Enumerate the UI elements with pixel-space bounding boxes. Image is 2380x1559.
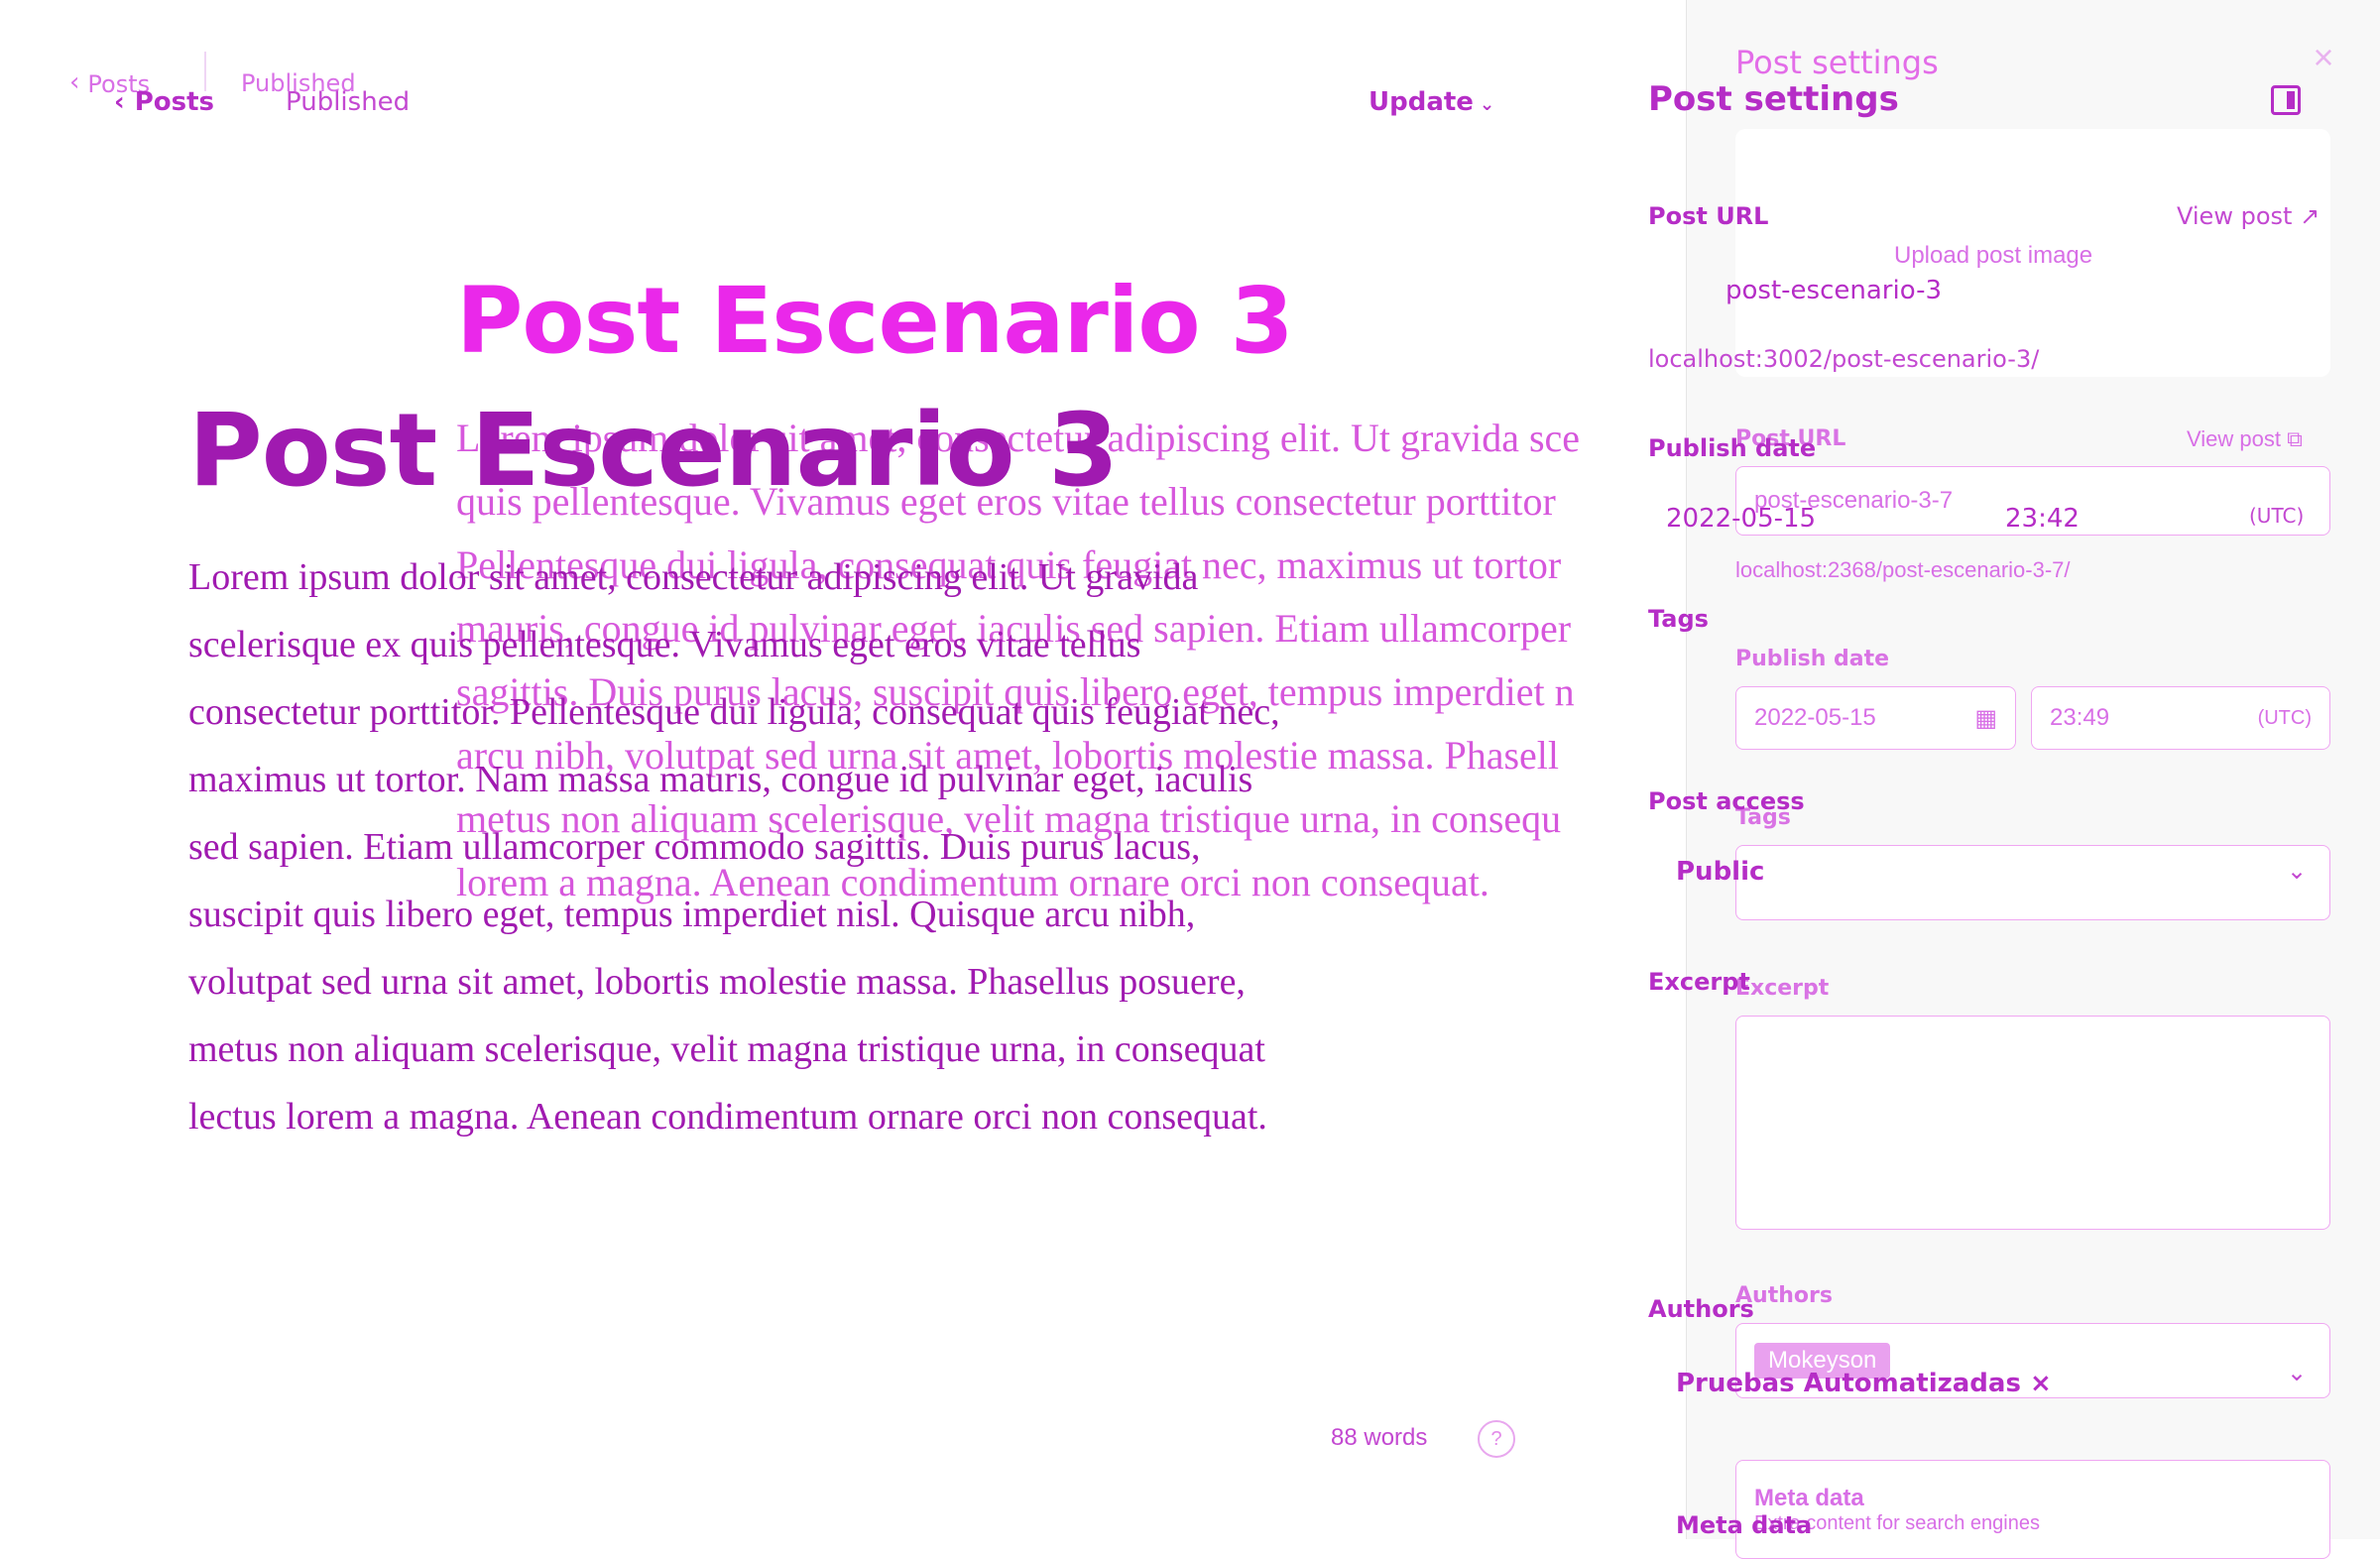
view-post-link[interactable]: View post ↗ bbox=[2177, 202, 2320, 230]
timezone-back: (UTC) bbox=[2257, 706, 2312, 729]
calendar-icon-back[interactable]: ▦ bbox=[1974, 704, 1997, 733]
update-button[interactable]: Update ⌄ bbox=[1368, 87, 1494, 117]
publish-date-label-back: Publish date bbox=[1735, 647, 1890, 671]
date-value-back: 2022-05-15 bbox=[1754, 704, 1876, 731]
chevron-left-icon: ‹ bbox=[69, 67, 80, 97]
post-status: Published bbox=[286, 87, 411, 117]
post-body-line: maximus ut tortor. Nam massa mauris, con… bbox=[188, 759, 1253, 800]
publish-date-label: Publish date bbox=[1648, 434, 1817, 462]
tags-label: Tags bbox=[1648, 605, 1709, 633]
upload-image-label[interactable]: Upload post image bbox=[1894, 242, 2092, 270]
sidebar-toggle-icon[interactable] bbox=[2271, 85, 2301, 115]
chevron-down-icon[interactable]: ⌄ bbox=[2287, 1359, 2307, 1387]
chevron-down-icon: ⌄ bbox=[1479, 94, 1495, 115]
post-title-back[interactable]: Post Escenario 3 bbox=[456, 268, 1294, 374]
post-body-line: scelerisque ex quis pellentesque. Vivamu… bbox=[188, 624, 1141, 665]
settings-title-back: Post settings bbox=[1735, 44, 1939, 81]
post-body-line: lectus lorem a magna. Aenean condimentum… bbox=[188, 1096, 1267, 1138]
back-label: Posts bbox=[134, 87, 215, 117]
post-body-line: volutpat sed urna sit amet, lobortis mol… bbox=[188, 961, 1246, 1003]
post-access-label: Post access bbox=[1648, 787, 1805, 815]
post-body-line: sed sapien. Etiam ullamcorper commodo sa… bbox=[188, 826, 1201, 868]
chevron-down-icon[interactable]: ⌄ bbox=[2287, 857, 2307, 886]
excerpt-textarea-back[interactable] bbox=[1735, 1016, 2330, 1230]
post-body[interactable]: Lorem ipsum dolor sit amet, consectetur … bbox=[188, 543, 1388, 1150]
date-input-back[interactable]: 2022-05-15 ▦ bbox=[1735, 686, 2016, 750]
authors-label: Authors bbox=[1648, 1295, 1754, 1323]
external-link-icon: ↗ bbox=[2300, 202, 2320, 230]
meta-data-title[interactable]: Meta data bbox=[1676, 1511, 1812, 1539]
meta-data-title-back: Meta data bbox=[1754, 1484, 1864, 1511]
author-name: Pruebas Automatizadas bbox=[1676, 1369, 2021, 1398]
tags-input-back[interactable] bbox=[1735, 845, 2330, 920]
excerpt-label: Excerpt bbox=[1648, 968, 1750, 996]
meta-data-row-back[interactable]: Meta data Extra content for search engin… bbox=[1735, 1460, 2330, 1559]
view-post-link-back[interactable]: View post ⧉ bbox=[2187, 426, 2303, 452]
post-url-label: Post URL bbox=[1648, 202, 1769, 230]
post-body-line: suscipit quis libero eget, tempus imperd… bbox=[188, 894, 1196, 935]
timezone: (UTC) bbox=[2249, 504, 2305, 528]
post-body-line: metus non aliquam scelerisque, velit mag… bbox=[188, 1028, 1265, 1070]
url-preview-back: localhost:2368/post-escenario-3-7/ bbox=[1735, 557, 2071, 582]
date-input[interactable]: 2022-05-15 bbox=[1666, 504, 1816, 534]
external-link-icon-back: ⧉ bbox=[2287, 426, 2303, 451]
chevron-left-icon: ‹ bbox=[114, 87, 125, 117]
time-value-back: 23:49 bbox=[2050, 704, 2110, 731]
author-token[interactable]: Pruebas Automatizadas × bbox=[1676, 1369, 2052, 1398]
close-icon[interactable]: × bbox=[2306, 40, 2341, 75]
help-icon[interactable]: ? bbox=[1478, 1420, 1515, 1458]
post-title[interactable]: Post Escenario 3 bbox=[188, 392, 1119, 510]
settings-title: Post settings bbox=[1648, 79, 1899, 119]
back-to-posts-link[interactable]: ‹ Posts bbox=[114, 87, 214, 117]
update-label: Update bbox=[1368, 87, 1474, 117]
remove-author-icon[interactable]: × bbox=[2030, 1369, 2052, 1398]
post-body-line: consectetur porttitor. Pellentesque dui … bbox=[188, 691, 1280, 733]
view-post-label-back: View post bbox=[2187, 426, 2281, 451]
time-input[interactable]: 23:42 bbox=[2005, 504, 2080, 534]
url-preview: localhost:3002/post-escenario-3/ bbox=[1648, 345, 2040, 373]
view-post-label: View post bbox=[2177, 202, 2293, 230]
header-divider bbox=[204, 52, 206, 91]
word-count: 88 words bbox=[1331, 1424, 1428, 1451]
post-access-select[interactable]: Public bbox=[1676, 857, 1764, 887]
post-url-input[interactable]: post-escenario-3 bbox=[1726, 276, 1942, 305]
post-body-line: Lorem ipsum dolor sit amet, consectetur … bbox=[188, 556, 1199, 598]
time-input-back[interactable]: 23:49 (UTC) bbox=[2031, 686, 2330, 750]
